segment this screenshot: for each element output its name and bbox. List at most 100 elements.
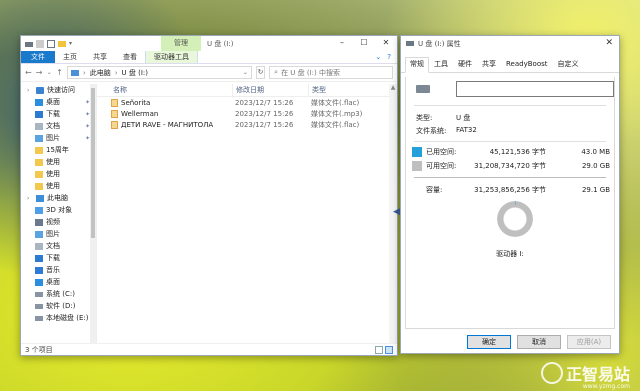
file-list: 名称 修改日期 类型 Señorita 2023/12/7 15:26 媒体文件(.… <box>96 83 397 343</box>
tab-file[interactable]: 文件 <box>21 51 55 63</box>
column-date[interactable]: 修改日期 <box>232 83 308 97</box>
nav-item[interactable]: 图片 <box>21 228 96 240</box>
address-dropdown-icon[interactable]: ⌄ <box>243 69 248 76</box>
nav-item[interactable]: › 快速访问 <box>21 84 96 96</box>
forward-arrow-icon[interactable]: → <box>36 68 43 77</box>
tab-view[interactable]: 查看 <box>115 51 145 63</box>
explorer-window: ▾ 管理 U 盘 (I:) – ☐ ✕ 文件 主页 共享 查看 驱动器工具 ⌄ … <box>20 35 398 356</box>
properties-dialog: U 盘 (I:) 属性 ✕ 常规 工具 硬件 共享 ReadyBoost 自定义… <box>400 35 620 354</box>
drive-icon <box>35 315 43 321</box>
tab-sharing[interactable]: 共享 <box>477 57 501 72</box>
nav-item[interactable]: 系统 (C:) <box>21 288 96 300</box>
nav-item[interactable]: 文档 <box>21 240 96 252</box>
ok-button[interactable]: 确定 <box>467 335 511 349</box>
chevron-down-icon[interactable]: ⌄ <box>375 51 381 63</box>
folder-icon <box>35 158 43 166</box>
file-row[interactable]: ДЕТИ RAVE - МАГНИТОЛА 2023/12/7 15:26 媒体文件… <box>97 119 397 130</box>
large-icons-view-icon[interactable] <box>385 345 393 354</box>
nav-item[interactable]: 下载 ✦ <box>21 108 96 120</box>
help-icon[interactable]: ? <box>387 51 391 63</box>
pc-icon <box>36 194 44 202</box>
media-file-icon <box>111 120 118 129</box>
type-row: 类型: U 盘 <box>416 113 470 123</box>
tab-customize[interactable]: 自定义 <box>553 57 584 72</box>
breadcrumb-this-pc[interactable]: 此电脑 <box>90 68 111 78</box>
recent-chevron-icon[interactable]: ⌄ <box>46 69 52 76</box>
file-row[interactable]: Señorita 2023/12/7 15:26 媒体文件(.flac) <box>97 97 397 108</box>
download-icon <box>35 254 43 262</box>
nav-scroll-thumb[interactable] <box>91 88 95 238</box>
file-date: 2023/12/7 15:26 <box>235 120 294 129</box>
file-date: 2023/12/7 15:26 <box>235 98 294 107</box>
usb-drive-icon <box>416 85 430 93</box>
nav-item[interactable]: 桌面 <box>21 276 96 288</box>
file-name-cell: ДЕТИ RAVE - МАГНИТОЛА <box>97 120 232 129</box>
column-name[interactable]: 名称 <box>97 84 232 97</box>
properties-title: U 盘 (I:) 属性 <box>418 39 461 48</box>
nav-item[interactable]: 下载 <box>21 252 96 264</box>
chevron-down-icon[interactable]: ▾ <box>69 40 77 48</box>
tab-readyboost[interactable]: ReadyBoost <box>501 57 553 72</box>
nav-item-label: 3D 对象 <box>46 206 73 214</box>
tab-home[interactable]: 主页 <box>55 51 85 63</box>
nav-item[interactable]: 使用 <box>21 156 96 168</box>
close-icon[interactable]: ✕ <box>375 36 397 51</box>
explorer-title: U 盘 (I:) <box>207 40 234 48</box>
close-icon[interactable]: ✕ <box>605 38 613 48</box>
pc-icon <box>70 69 79 76</box>
divider <box>414 141 606 142</box>
scroll-up-icon[interactable]: ▲ <box>389 84 397 91</box>
document-icon <box>35 122 43 130</box>
up-arrow-icon[interactable]: ↑ <box>56 68 63 77</box>
minimize-icon[interactable]: – <box>331 36 353 51</box>
properties-tabs: 常规 工具 硬件 共享 ReadyBoost 自定义 <box>401 57 619 73</box>
maximize-icon[interactable]: ☐ <box>353 36 375 51</box>
nav-item[interactable]: 本地磁盘 (E:) <box>21 312 96 324</box>
nav-item[interactable]: 3D 对象 <box>21 204 96 216</box>
manage-context-tab[interactable]: 管理 <box>161 36 201 51</box>
nav-item[interactable]: 使用 <box>21 168 96 180</box>
nav-item[interactable]: 15周年 <box>21 144 96 156</box>
drive-icon[interactable] <box>25 42 33 47</box>
properties-icon[interactable] <box>47 39 55 48</box>
nav-item[interactable]: 软件 (D:) <box>21 300 96 312</box>
column-type[interactable]: 类型 <box>308 83 378 97</box>
nav-item[interactable]: 桌面 ✦ <box>21 96 96 108</box>
tab-drive-tools[interactable]: 驱动器工具 <box>145 51 198 63</box>
chevron-right-icon[interactable]: › <box>27 87 33 94</box>
nav-item[interactable]: 图片 ✦ <box>21 132 96 144</box>
apply-button[interactable]: 应用(A) <box>567 335 611 349</box>
chevron-right-icon[interactable]: › <box>27 195 33 202</box>
tab-general[interactable]: 常规 <box>405 57 429 73</box>
new-folder-icon[interactable] <box>58 40 66 47</box>
cancel-button[interactable]: 取消 <box>517 335 561 349</box>
3d-object-icon <box>35 206 43 214</box>
tab-share[interactable]: 共享 <box>85 51 115 63</box>
search-icon: ⌕ <box>274 68 279 76</box>
file-row[interactable]: Wellerman 2023/12/7 15:26 媒体文件(.mp3) <box>97 108 397 119</box>
explorer-content: › 快速访问 桌面 ✦ 下载 ✦ 文档 ✦ 图片 ✦ 15周年 使用 使用 使用 › 此电脑 3D 对象 视频 图片… <box>21 83 397 343</box>
media-file-icon <box>111 109 118 118</box>
details-view-icon[interactable] <box>375 345 383 354</box>
nav-item[interactable]: › 此电脑 <box>21 192 96 204</box>
view-toggles <box>375 345 397 354</box>
nav-item-label: 文档 <box>46 122 60 130</box>
back-arrow-icon[interactable]: ← <box>25 68 32 77</box>
file-name-cell: Señorita <box>97 98 232 107</box>
tab-hardware[interactable]: 硬件 <box>453 57 477 72</box>
nav-item[interactable]: 视频 <box>21 216 96 228</box>
address-bar[interactable]: › 此电脑 › U 盘 (I:) ⌄ <box>66 66 252 79</box>
nav-item[interactable]: 使用 <box>21 180 96 192</box>
nav-item[interactable]: 文档 ✦ <box>21 120 96 132</box>
refresh-icon[interactable]: ↻ <box>255 66 266 79</box>
capacity-human: 29.1 GB <box>581 186 610 194</box>
nav-item[interactable]: 音乐 <box>21 264 96 276</box>
chevron-right-icon: › <box>82 68 86 77</box>
drive-name-input[interactable] <box>456 81 614 97</box>
breadcrumb-drive[interactable]: U 盘 (I:) <box>122 68 148 78</box>
tab-tools[interactable]: 工具 <box>429 57 453 72</box>
search-box[interactable]: ⌕ 在 U 盘 (I:) 中搜索 <box>269 66 393 79</box>
watermark-logo-icon <box>540 362 563 384</box>
used-bytes: 45,121,536 字节 <box>489 148 546 156</box>
picture-icon <box>35 134 43 142</box>
